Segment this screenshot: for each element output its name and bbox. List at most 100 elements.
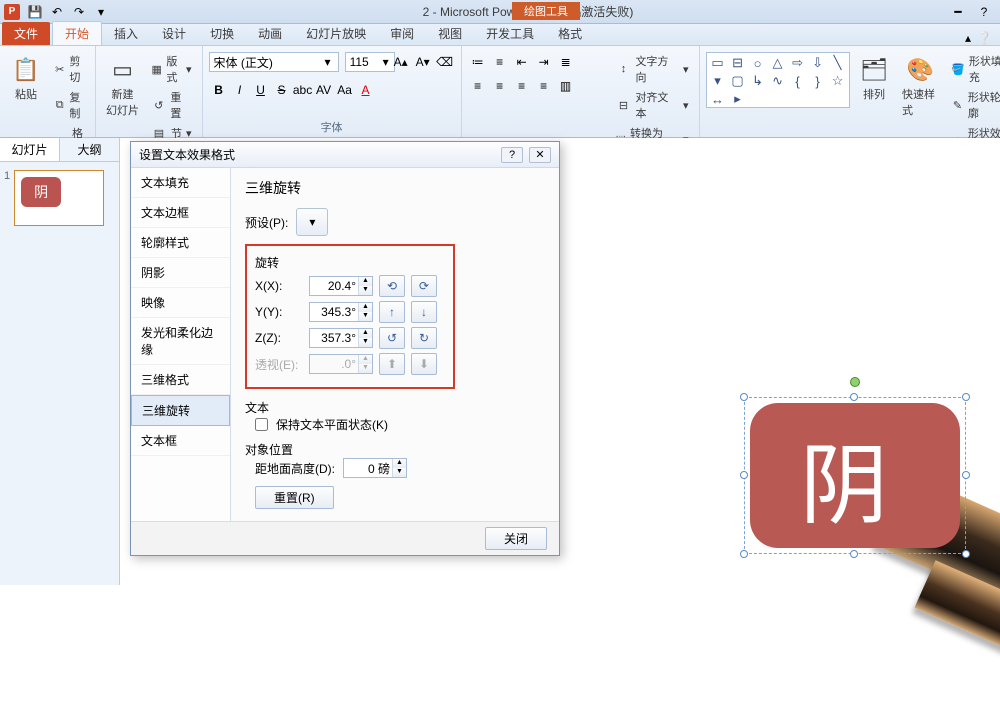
- qat-save-icon[interactable]: 💾: [26, 3, 44, 21]
- y-input[interactable]: [310, 303, 358, 321]
- align-text-button[interactable]: ⊟对齐文本 ▾: [612, 88, 693, 122]
- dist-spin-up[interactable]: ▲: [393, 459, 406, 468]
- arrange-button[interactable]: 🗂排列: [854, 52, 894, 104]
- cut-button[interactable]: ✂剪切: [50, 52, 89, 86]
- new-slide-button[interactable]: ▭ 新建 幻灯片: [102, 52, 143, 120]
- z-input[interactable]: [310, 329, 358, 347]
- font-size-dropdown-icon[interactable]: ▾: [383, 55, 389, 69]
- shape-scroll-icon[interactable]: ▸: [729, 91, 747, 107]
- tab-slideshow[interactable]: 幻灯片放映: [294, 22, 378, 45]
- tab-home[interactable]: 开始: [52, 21, 102, 45]
- ribbon-minimize-icon[interactable]: ▴: [965, 31, 971, 45]
- case-button[interactable]: Aa: [335, 80, 355, 100]
- tab-developer[interactable]: 开发工具: [474, 22, 546, 45]
- ribbon-help-icon[interactable]: ❔: [977, 31, 992, 45]
- qat-undo-icon[interactable]: ↶: [48, 3, 66, 21]
- rotation-handle[interactable]: [850, 377, 860, 387]
- minimize-icon[interactable]: ━: [946, 4, 970, 20]
- tab-file[interactable]: 文件: [2, 22, 50, 45]
- shadow-button[interactable]: abc: [293, 80, 313, 100]
- shrink-font-button[interactable]: A▾: [413, 52, 433, 72]
- tab-format[interactable]: 格式: [546, 22, 594, 45]
- dec-indent-button[interactable]: ⇤: [512, 52, 532, 72]
- shape-text-icon[interactable]: ⊟: [729, 55, 747, 71]
- font-name-dropdown-icon[interactable]: ▾: [325, 55, 331, 69]
- align-center-button[interactable]: ≡: [490, 76, 510, 96]
- align-left-button[interactable]: ≡: [468, 76, 488, 96]
- shape-rect-icon[interactable]: ▭: [709, 55, 727, 71]
- tab-view[interactable]: 视图: [426, 22, 474, 45]
- x-input[interactable]: [310, 277, 358, 295]
- resize-handle[interactable]: [740, 393, 748, 401]
- resize-handle[interactable]: [740, 550, 748, 558]
- y-spin-down[interactable]: ▼: [359, 312, 372, 321]
- shape-brace2-icon[interactable]: }: [809, 73, 827, 89]
- shape-arrow2-icon[interactable]: ↔: [709, 91, 727, 107]
- resize-handle[interactable]: [850, 550, 858, 558]
- columns-button[interactable]: ▥: [556, 76, 576, 96]
- align-right-button[interactable]: ≡: [512, 76, 532, 96]
- nav-text-fill[interactable]: 文本填充: [131, 168, 230, 198]
- nav-glow[interactable]: 发光和柔化边缘: [131, 318, 230, 365]
- shape-outline-button[interactable]: ✎形状轮廓 ▾: [947, 88, 1000, 122]
- shape-curve-icon[interactable]: ∿: [769, 73, 787, 89]
- font-color-button[interactable]: A: [356, 80, 376, 100]
- shape-tri-icon[interactable]: △: [769, 55, 787, 71]
- shape-brace-icon[interactable]: {: [789, 73, 807, 89]
- nav-reflection[interactable]: 映像: [131, 288, 230, 318]
- tab-design[interactable]: 设计: [150, 22, 198, 45]
- dist-spin-down[interactable]: ▼: [393, 468, 406, 477]
- layout-button[interactable]: ▦版式 ▾: [147, 52, 196, 86]
- resize-handle[interactable]: [962, 550, 970, 558]
- tab-transitions[interactable]: 切换: [198, 22, 246, 45]
- z-spin-down[interactable]: ▼: [359, 338, 372, 347]
- shape-fill-button[interactable]: 🪣形状填充 ▾: [947, 52, 1000, 86]
- justify-button[interactable]: ≡: [534, 76, 554, 96]
- shape-gallery[interactable]: ▭⊟○△⇨⇩╲▾ ▢↳∿{}☆↔▸: [706, 52, 851, 108]
- shape-oval-icon[interactable]: ○: [749, 55, 767, 71]
- nav-shadow[interactable]: 阴影: [131, 258, 230, 288]
- z-rotate-cw-icon[interactable]: ↻: [411, 327, 437, 349]
- dialog-close-icon[interactable]: ✕: [529, 147, 551, 163]
- qat-redo-icon[interactable]: ↷: [70, 3, 88, 21]
- nav-3d-rotation[interactable]: 三维旋转: [131, 395, 230, 426]
- shape-conn-icon[interactable]: ↳: [749, 73, 767, 89]
- nav-3d-format[interactable]: 三维格式: [131, 365, 230, 395]
- strike-button[interactable]: S: [272, 80, 292, 100]
- line-spacing-button[interactable]: ≣: [556, 52, 576, 72]
- distance-input[interactable]: [344, 459, 392, 477]
- x-spin-down[interactable]: ▼: [359, 286, 372, 295]
- resize-handle[interactable]: [740, 471, 748, 479]
- resize-handle[interactable]: [962, 471, 970, 479]
- nav-text-border[interactable]: 文本边框: [131, 198, 230, 228]
- y-spin-up[interactable]: ▲: [359, 303, 372, 312]
- tab-animations[interactable]: 动画: [246, 22, 294, 45]
- font-name-select[interactable]: [209, 52, 339, 72]
- z-rotate-ccw-icon[interactable]: ↺: [379, 327, 405, 349]
- tab-insert[interactable]: 插入: [102, 22, 150, 45]
- qat-dropdown-icon[interactable]: ▾: [92, 3, 110, 21]
- shape-star-icon[interactable]: ☆: [829, 73, 847, 89]
- grow-font-button[interactable]: A▴: [391, 52, 411, 72]
- bullets-button[interactable]: ≔: [468, 52, 488, 72]
- tab-review[interactable]: 审阅: [378, 22, 426, 45]
- shape-arrow-r-icon[interactable]: ⇨: [789, 55, 807, 71]
- shape-more-icon[interactable]: ▾: [709, 73, 727, 89]
- underline-button[interactable]: U: [251, 80, 271, 100]
- paste-button[interactable]: 📋 粘贴: [6, 52, 46, 104]
- nav-textbox[interactable]: 文本框: [131, 426, 230, 456]
- nav-outline-style[interactable]: 轮廓样式: [131, 228, 230, 258]
- keep-flat-checkbox[interactable]: [255, 418, 268, 431]
- x-spin-up[interactable]: ▲: [359, 277, 372, 286]
- y-rotate-down-icon[interactable]: ↓: [411, 301, 437, 323]
- shape-rrect-icon[interactable]: ▢: [729, 73, 747, 89]
- italic-button[interactable]: I: [230, 80, 250, 100]
- x-rotate-left-icon[interactable]: ⟲: [379, 275, 405, 297]
- spacing-button[interactable]: AV: [314, 80, 334, 100]
- preset-dropdown[interactable]: ▾: [296, 208, 328, 236]
- x-rotate-right-icon[interactable]: ⟳: [411, 275, 437, 297]
- reset-button[interactable]: 重置(R): [255, 486, 334, 509]
- close-button[interactable]: 关闭: [485, 527, 547, 550]
- selected-shape[interactable]: 阴: [750, 403, 960, 548]
- help-icon[interactable]: ?: [972, 4, 996, 20]
